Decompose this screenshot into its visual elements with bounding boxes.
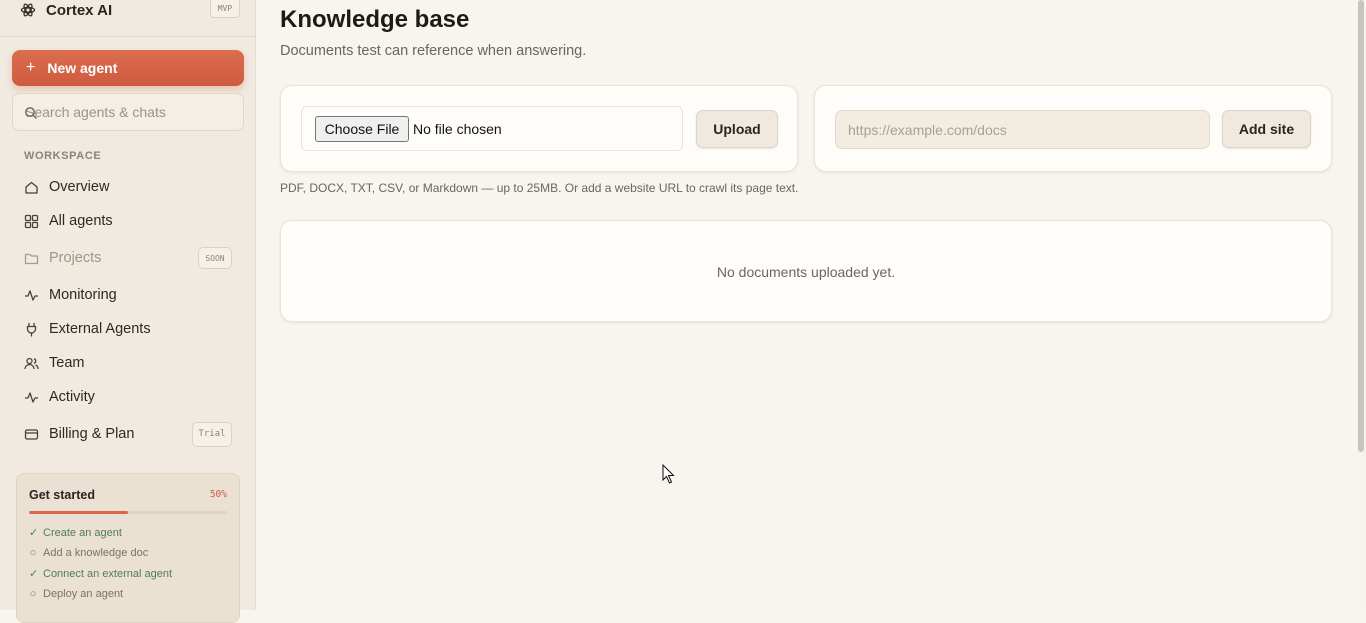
- search-input[interactable]: [23, 103, 227, 121]
- sidebar-item-label: Overview: [49, 179, 110, 195]
- grid-icon: [24, 214, 39, 229]
- users-icon: [24, 356, 39, 371]
- progress-fill: [29, 511, 128, 514]
- cortex-logo-icon: [20, 2, 36, 18]
- file-input[interactable]: Choose File No file chosen: [301, 106, 683, 151]
- step-label: Create an agent: [43, 526, 122, 539]
- sidebar-item-label: Monitoring: [49, 287, 117, 303]
- sidebar-item-label: All agents: [49, 213, 113, 229]
- activity-icon: [24, 390, 39, 405]
- sidebar-item-label: Team: [49, 355, 85, 371]
- brand[interactable]: Cortex AI: [20, 0, 112, 20]
- sidebar-item-external-agents[interactable]: External Agents: [12, 314, 244, 344]
- step-label: Add a knowledge doc: [43, 547, 149, 559]
- pulse-icon: [24, 288, 39, 303]
- sidebar-divider: [0, 36, 255, 37]
- trial-badge: Trial: [192, 421, 232, 447]
- sidebar-item-label: Projects: [49, 250, 102, 266]
- upload-button[interactable]: Upload: [696, 110, 778, 148]
- get-started-title: Get started: [29, 488, 95, 502]
- sidebar-item-overview[interactable]: Overview: [12, 172, 244, 202]
- add-site-button[interactable]: Add site: [1222, 110, 1311, 148]
- step-add-knowledge-doc[interactable]: ○ Add a knowledge doc: [29, 547, 149, 559]
- sidebar-item-activity[interactable]: Activity: [12, 382, 244, 412]
- step-create-agent[interactable]: ✓ Create an agent: [29, 526, 122, 540]
- home-icon: [24, 180, 39, 195]
- sidebar-item-billing[interactable]: Billing & Plan Trial: [12, 419, 244, 449]
- scrollbar-thumb[interactable]: [1358, 0, 1364, 452]
- documents-list: No documents uploaded yet.: [280, 220, 1332, 322]
- page-subtitle: Documents test can reference when answer…: [280, 43, 587, 59]
- upload-card: Choose File No file chosen Upload: [280, 85, 798, 172]
- search-box[interactable]: [12, 93, 244, 131]
- plus-icon: +: [26, 59, 36, 76]
- sidebar: Cortex AI MVP + New agent WORKSPACE Over…: [0, 0, 256, 623]
- circle-icon: ○: [29, 547, 37, 559]
- new-agent-button[interactable]: + New agent: [12, 50, 244, 86]
- choose-file-button[interactable]: Choose File: [315, 116, 409, 142]
- sidebar-item-monitoring[interactable]: Monitoring: [12, 280, 244, 310]
- circle-icon: ○: [29, 588, 37, 600]
- file-status: No file chosen: [413, 121, 502, 137]
- step-connect-external-agent[interactable]: ✓ Connect an external agent: [29, 567, 173, 581]
- page-title: Knowledge base: [280, 6, 470, 33]
- sidebar-item-label: External Agents: [49, 321, 151, 337]
- get-started-percent: 50%: [209, 489, 227, 500]
- mvp-badge: MVP: [210, 0, 240, 18]
- empty-state: No documents uploaded yet.: [716, 264, 896, 280]
- brand-name: Cortex AI: [46, 1, 113, 19]
- sidebar-item-label: Billing & Plan: [49, 426, 135, 442]
- mouse-cursor-icon: [662, 463, 676, 484]
- sidebar-item-projects: Projects SOON: [12, 243, 244, 273]
- sidebar-item-team[interactable]: Team: [12, 348, 244, 378]
- folder-icon: [24, 251, 39, 266]
- search-icon: [24, 106, 38, 120]
- sidebar-item-label: Activity: [49, 389, 95, 405]
- get-started-panel: Get started 50% ✓ Create an agent ○ Add …: [16, 473, 240, 623]
- plug-icon: [24, 322, 39, 337]
- soon-badge: SOON: [198, 247, 232, 269]
- check-icon: ✓: [29, 527, 39, 539]
- sidebar-item-all-agents[interactable]: All agents: [12, 206, 244, 236]
- check-icon: ✓: [29, 568, 39, 580]
- credit-card-icon: [24, 427, 39, 442]
- get-started-progress-bar: [29, 511, 227, 514]
- url-input[interactable]: [835, 110, 1210, 149]
- section-label-workspace: WORKSPACE: [24, 150, 102, 162]
- url-card: Add site: [814, 85, 1332, 172]
- step-deploy-agent[interactable]: ○ Deploy an agent: [29, 588, 123, 600]
- step-label: Connect an external agent: [43, 567, 173, 580]
- help-text: PDF, DOCX, TXT, CSV, or Markdown — up to…: [280, 181, 799, 195]
- new-agent-label: New agent: [47, 60, 118, 76]
- step-label: Deploy an agent: [43, 588, 124, 600]
